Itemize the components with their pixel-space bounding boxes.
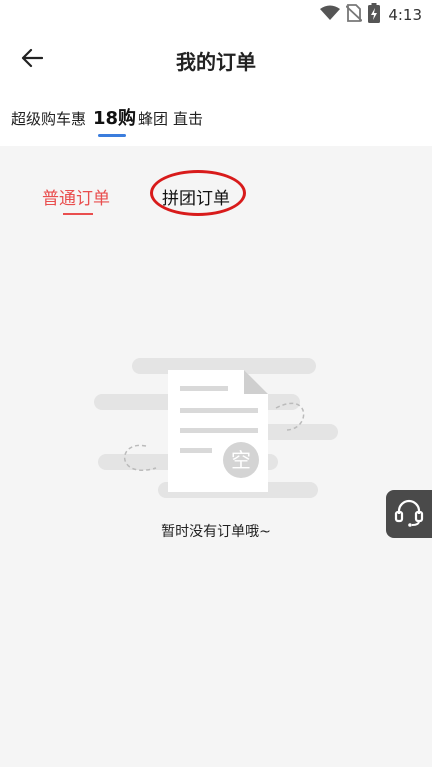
store-tab-chaoji[interactable]: 超级购车惠: [11, 108, 86, 129]
battery-charging-icon: [368, 3, 381, 27]
active-tab-indicator: [98, 134, 126, 137]
empty-badge-text: 空: [231, 448, 251, 472]
store-tab-zhiji[interactable]: 直击: [173, 108, 203, 129]
page-title: 我的订单: [176, 50, 256, 74]
customer-service-button[interactable]: [386, 490, 432, 538]
no-sim-icon: [345, 4, 363, 26]
store-tab-fengtuan[interactable]: 蜂团: [138, 108, 168, 129]
app-header: 我的订单: [0, 30, 432, 90]
order-tab-indicator: [63, 213, 93, 215]
empty-state-message: 暂时没有订单哦~: [161, 524, 271, 540]
highlight-annotation-ring: [150, 170, 246, 216]
status-icons: 4:13: [320, 3, 422, 27]
empty-document-illustration: 空: [94, 358, 338, 498]
status-time: 4:13: [388, 6, 422, 24]
wifi-icon: [320, 5, 341, 25]
order-type-tabs: 普通订单 拼团订单: [0, 146, 432, 226]
store-tabs: 超级购车惠 18购 蜂团 直击: [0, 90, 432, 146]
tab-normal-orders[interactable]: 普通订单: [42, 184, 110, 209]
headset-icon: [393, 496, 425, 532]
store-tab-18gou[interactable]: 18购: [93, 104, 136, 130]
empty-state-illustration: 空: [86, 350, 346, 510]
status-bar: 4:13: [0, 0, 432, 30]
